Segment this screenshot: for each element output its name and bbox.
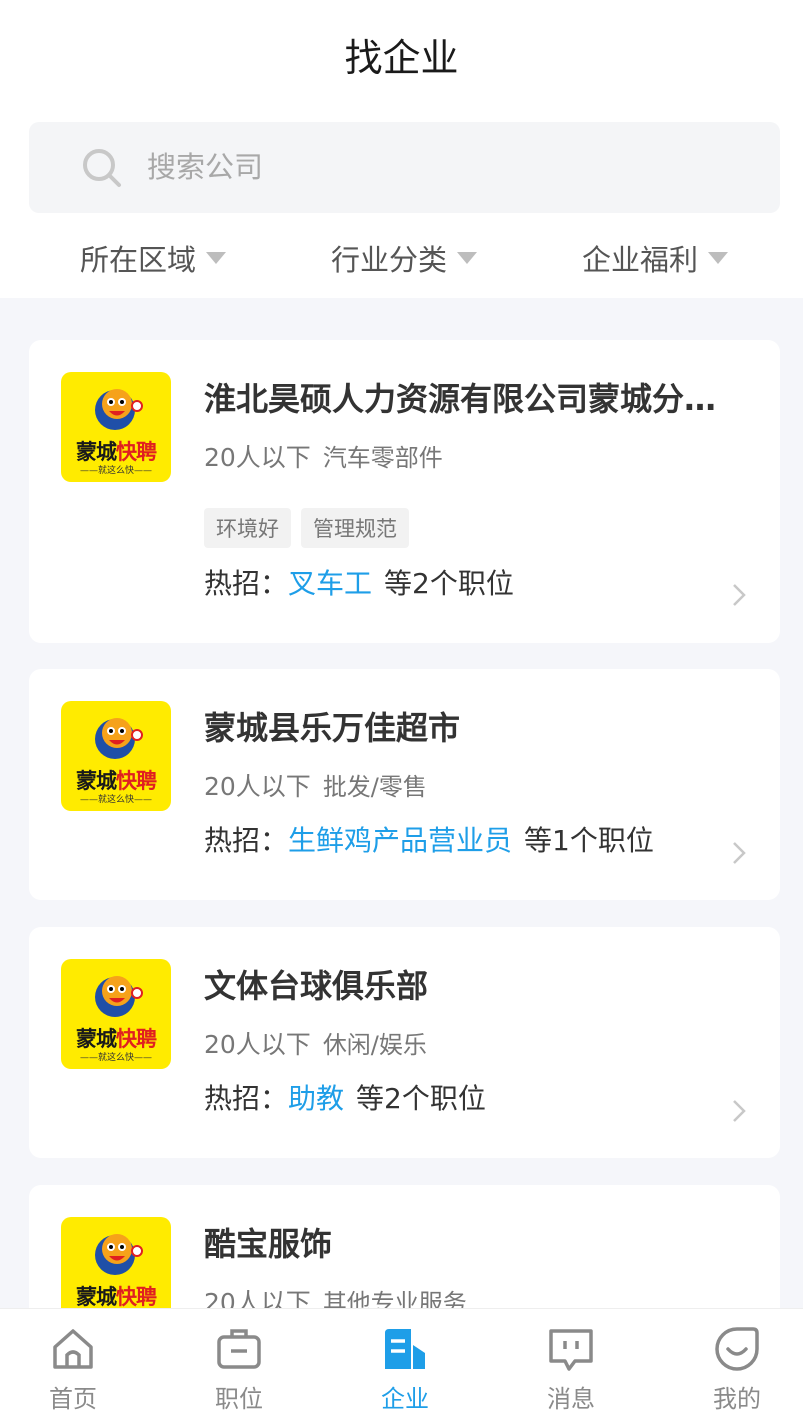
filter-bar: 所在区域 行业分类 企业福利 (0, 228, 803, 288)
caret-down-icon (457, 252, 478, 264)
tab-home[interactable]: 首页 (23, 1309, 123, 1414)
briefcase-icon (217, 1329, 261, 1369)
benefit-tag: 环境好 (204, 508, 291, 548)
logo-brand: 蒙城快聘 (76, 440, 157, 464)
message-icon (549, 1329, 593, 1371)
company-meta: 20人以下 休闲/娱乐 (204, 1025, 427, 1061)
company-card[interactable]: 蒙城快聘 ——就这么快—— 淮北昊硕人力资源有限公司蒙城分公司 20人以下 汽车零… (29, 340, 780, 643)
filter-benefits[interactable]: 企业福利 (582, 228, 729, 288)
company-name: 蒙城县乐万佳超市 (204, 709, 461, 747)
filter-label: 所在区域 (80, 243, 197, 277)
hot-job-link[interactable]: 生鲜鸡产品营业员 (288, 824, 512, 857)
tab-label: 我的 (713, 1385, 761, 1413)
company-logo: 蒙城快聘 ——就这么快—— (61, 959, 171, 1069)
tab-label: 职位 (215, 1385, 263, 1413)
logo-slogan: ——就这么快—— (79, 466, 152, 476)
home-icon (53, 1329, 93, 1369)
tab-companies[interactable]: 企业 (355, 1309, 455, 1414)
filter-industry[interactable]: 行业分类 (331, 228, 478, 288)
hot-jobs: 热招：叉车工 等2个职位 (204, 567, 514, 600)
tiger-mascot-icon (95, 976, 143, 1017)
tiger-mascot-icon (95, 718, 143, 759)
profile-icon (715, 1327, 759, 1371)
filter-label: 行业分类 (331, 243, 448, 277)
page-title: 找企业 (344, 36, 459, 80)
chevron-right-icon (733, 584, 746, 606)
logo-brand: 蒙城快聘 (76, 769, 157, 793)
company-logo: 蒙城快聘 ——就这么快—— (61, 372, 171, 482)
tiger-mascot-icon (95, 389, 143, 430)
company-card[interactable]: 蒙城快聘 ——就这么快—— 文体台球俱乐部 20人以下 休闲/娱乐 热招：助教 等2… (29, 927, 780, 1158)
caret-down-icon (206, 252, 227, 264)
search-bar[interactable] (29, 122, 780, 213)
logo-brand: 蒙城快聘 (76, 1285, 157, 1309)
bottom-tab-bar: 首页 职位 企业 消息 我的 (0, 1308, 803, 1414)
logo-slogan: ——就这么快—— (79, 1053, 152, 1063)
tab-messages[interactable]: 消息 (521, 1309, 621, 1414)
tab-label: 消息 (547, 1385, 595, 1413)
company-name: 淮北昊硕人力资源有限公司蒙城分公司 (204, 380, 724, 418)
chevron-right-icon (733, 842, 746, 864)
company-industry: 汽车零部件 (322, 444, 443, 472)
hot-job-link[interactable]: 叉车工 (288, 567, 372, 600)
hot-jobs: 热招：助教 等2个职位 (204, 1082, 486, 1115)
hot-job-link[interactable]: 助教 (288, 1082, 344, 1115)
filter-region[interactable]: 所在区域 (80, 228, 227, 288)
logo-brand: 蒙城快聘 (76, 1027, 157, 1051)
company-name: 文体台球俱乐部 (204, 967, 429, 1005)
tab-profile[interactable]: 我的 (687, 1309, 787, 1414)
logo-slogan: ——就这么快—— (79, 795, 152, 805)
company-icon (385, 1329, 425, 1369)
hot-jobs: 热招：生鲜鸡产品营业员 等1个职位 (204, 824, 654, 857)
company-size: 20人以下 (204, 1030, 311, 1059)
chevron-right-icon (733, 1100, 746, 1122)
header-area: 找企业 所在区域 行业分类 企业福利 (0, 0, 803, 298)
company-size: 20人以下 (204, 443, 311, 472)
company-industry: 批发/零售 (322, 773, 427, 801)
tab-label: 首页 (49, 1385, 97, 1413)
company-tags: 环境好 管理规范 (204, 508, 409, 548)
company-card[interactable]: 蒙城快聘 ——就这么快—— 蒙城县乐万佳超市 20人以下 批发/零售 热招：生鲜鸡… (29, 669, 780, 900)
caret-down-icon (708, 252, 729, 264)
company-meta: 20人以下 批发/零售 (204, 767, 427, 803)
search-input[interactable] (147, 140, 747, 194)
search-icon (83, 149, 121, 187)
tiger-mascot-icon (95, 1234, 143, 1275)
tab-jobs[interactable]: 职位 (189, 1309, 289, 1414)
company-industry: 休闲/娱乐 (322, 1031, 427, 1059)
company-logo: 蒙城快聘 ——就这么快—— (61, 701, 171, 811)
benefit-tag: 管理规范 (301, 508, 409, 548)
company-size: 20人以下 (204, 772, 311, 801)
filter-label: 企业福利 (582, 243, 699, 277)
tab-label: 企业 (381, 1385, 429, 1413)
company-name: 酷宝服饰 (204, 1225, 333, 1263)
company-meta: 20人以下 汽车零部件 (204, 438, 443, 474)
